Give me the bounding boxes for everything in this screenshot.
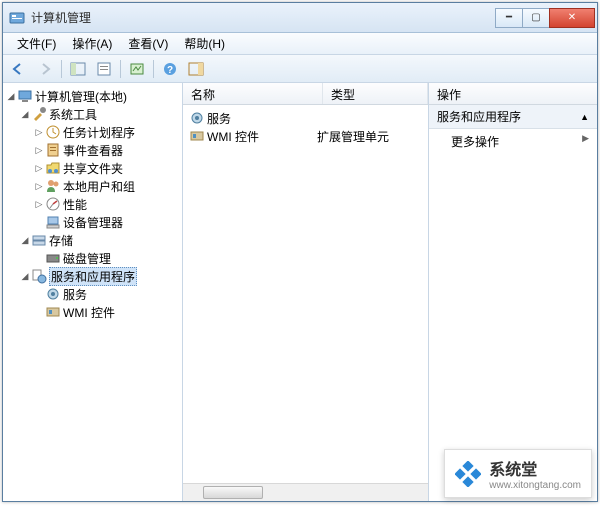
list-body[interactable]: 服务 WMI 控件 扩展管理单元 [183, 105, 428, 483]
close-button[interactable]: ✕ [549, 8, 595, 28]
svg-text:?: ? [167, 65, 173, 76]
watermark-url: www.xitongtang.com [489, 480, 581, 491]
tree-shared-folders[interactable]: ▷共享文件夹 [5, 159, 180, 177]
forward-button[interactable] [33, 58, 57, 80]
list-view: 名称 类型 服务 WMI 控件 扩展管理单元 [183, 83, 429, 501]
storage-icon [31, 232, 47, 248]
gear-icon [189, 110, 205, 126]
tree-storage[interactable]: ◢存储 [5, 231, 180, 249]
watermark: 系统堂 www.xitongtang.com [444, 449, 592, 498]
console-tree[interactable]: ◢计算机管理(本地) ◢系统工具 ▷任务计划程序 ▷事件查看器 ▷共享文件夹 ▷… [3, 83, 183, 501]
collapse-icon: ▲ [580, 112, 589, 122]
list-item[interactable]: WMI 控件 扩展管理单元 [187, 127, 424, 145]
tree-services[interactable]: 服务 [5, 285, 180, 303]
list-header: 名称 类型 [183, 83, 428, 105]
toolbar-separator [153, 60, 154, 78]
tree-system-tools[interactable]: ◢系统工具 [5, 105, 180, 123]
menubar: 文件(F) 操作(A) 查看(V) 帮助(H) [3, 33, 597, 55]
minimize-button[interactable]: ━ [495, 8, 523, 28]
clock-icon [45, 124, 61, 140]
actions-header: 操作 [429, 83, 597, 105]
show-hide-tree-button[interactable] [66, 58, 90, 80]
scrollbar-thumb[interactable] [203, 486, 263, 499]
wmi-icon [189, 128, 205, 144]
tree-performance[interactable]: ▷性能 [5, 195, 180, 213]
list-item[interactable]: 服务 [187, 109, 424, 127]
actions-more[interactable]: 更多操作 ▶ [429, 129, 597, 154]
back-button[interactable] [7, 58, 31, 80]
chevron-right-icon: ▶ [582, 133, 589, 144]
refresh-button[interactable] [125, 58, 149, 80]
properties-button[interactable] [92, 58, 116, 80]
tree-disk-management[interactable]: 磁盘管理 [5, 249, 180, 267]
window-buttons: ━ ▢ ✕ [496, 8, 595, 28]
computer-icon [17, 88, 33, 104]
toolbar-separator [61, 60, 62, 78]
users-icon [45, 178, 61, 194]
watermark-brand: 系统堂 [489, 462, 537, 479]
share-icon [45, 160, 61, 176]
column-name[interactable]: 名称 [183, 83, 323, 104]
tree-local-users[interactable]: ▷本地用户和组 [5, 177, 180, 195]
event-icon [45, 142, 61, 158]
tree-services-apps[interactable]: ◢服务和应用程序 [5, 267, 180, 285]
mmc-window: 计算机管理 ━ ▢ ✕ 文件(F) 操作(A) 查看(V) 帮助(H) ? ◢计… [2, 2, 598, 502]
column-type[interactable]: 类型 [323, 83, 428, 104]
actions-pane: 操作 服务和应用程序 ▲ 更多操作 ▶ [429, 83, 597, 501]
device-icon [45, 214, 61, 230]
menu-view[interactable]: 查看(V) [120, 33, 176, 54]
app-icon [9, 10, 25, 26]
menu-help[interactable]: 帮助(H) [176, 33, 233, 54]
tree-root[interactable]: ◢计算机管理(本地) [5, 87, 180, 105]
horizontal-scrollbar[interactable] [183, 483, 428, 501]
toolbar-separator [120, 60, 121, 78]
tree-event-viewer[interactable]: ▷事件查看器 [5, 141, 180, 159]
maximize-button[interactable]: ▢ [522, 8, 550, 28]
watermark-logo-icon [455, 461, 481, 487]
tree-task-scheduler[interactable]: ▷任务计划程序 [5, 123, 180, 141]
action-pane-button[interactable] [184, 58, 208, 80]
tools-icon [31, 106, 47, 122]
body: ◢计算机管理(本地) ◢系统工具 ▷任务计划程序 ▷事件查看器 ▷共享文件夹 ▷… [3, 83, 597, 501]
help-button[interactable]: ? [158, 58, 182, 80]
menu-file[interactable]: 文件(F) [9, 33, 64, 54]
actions-section[interactable]: 服务和应用程序 ▲ [429, 105, 597, 129]
tree-wmi[interactable]: WMI 控件 [5, 303, 180, 321]
window-title: 计算机管理 [31, 9, 496, 26]
wmi-icon [45, 304, 61, 320]
toolbar: ? [3, 55, 597, 83]
tree-device-manager[interactable]: 设备管理器 [5, 213, 180, 231]
disk-icon [45, 250, 61, 266]
menu-action[interactable]: 操作(A) [64, 33, 120, 54]
performance-icon [45, 196, 61, 212]
titlebar[interactable]: 计算机管理 ━ ▢ ✕ [3, 3, 597, 33]
gear-icon [45, 286, 61, 302]
services-apps-icon [31, 268, 47, 284]
